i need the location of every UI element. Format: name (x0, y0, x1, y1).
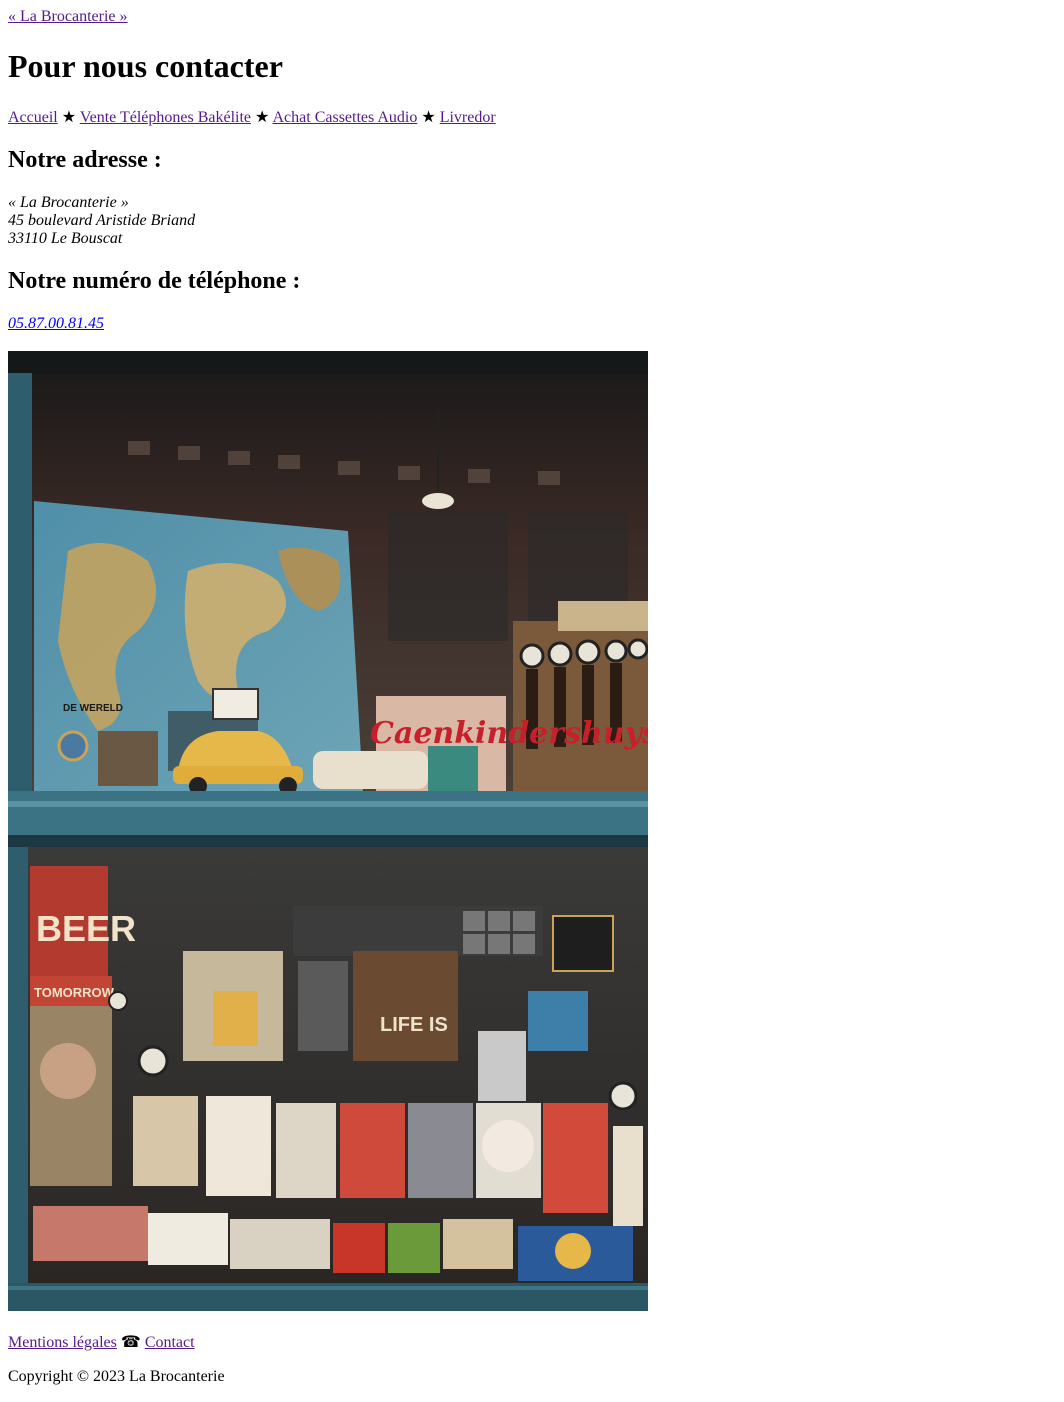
shop-window-photo: DE WERELD Caenkindershuys BEER TOMORROW … (8, 351, 648, 1311)
tomorrow-sign-text: TOMORROW (34, 985, 115, 1000)
address-line-city: 33110 Le Bouscat (8, 230, 123, 247)
star-separator-icon: ★ (421, 109, 436, 126)
nav-link-cassettes-audio[interactable]: Achat Cassettes Audio (272, 109, 417, 126)
life-sign-text: LIFE IS (380, 1014, 448, 1036)
phone-icon: ☎ (120, 1334, 141, 1351)
star-separator-icon: ★ (61, 109, 77, 126)
shop-window-illustration: DE WERELD Caenkindershuys BEER TOMORROW … (8, 351, 648, 1311)
contact-link[interactable]: Contact (145, 1334, 195, 1351)
legal-notice-link[interactable]: Mentions légales (8, 1334, 117, 1351)
main-nav: Accueil ★ Vente Téléphones Bakélite ★ Ac… (8, 109, 496, 127)
postal-address: « La Brocanterie » 45 boulevard Aristide… (8, 194, 195, 248)
address-line-name: « La Brocanterie » (8, 194, 129, 211)
phone-heading: Notre numéro de téléphone : (8, 268, 301, 294)
map-label-text: DE WERELD (63, 703, 123, 714)
star-separator-icon: ★ (255, 109, 270, 126)
nav-link-livredor[interactable]: Livredor (440, 109, 496, 126)
nav-link-telephones-bakelite[interactable]: Vente Téléphones Bakélite (80, 109, 251, 126)
footer-links: Mentions légales ☎ Contact (8, 1334, 195, 1352)
site-home-link[interactable]: « La Brocanterie » (8, 8, 128, 26)
page-title: Pour nous contacter (8, 48, 283, 84)
phone-number-link[interactable]: 05.87.00.81.45 (8, 315, 104, 333)
beer-sign-text: BEER (36, 908, 136, 949)
nav-link-accueil[interactable]: Accueil (8, 109, 58, 126)
copyright-text: Copyright © 2023 La Brocanterie (8, 1368, 225, 1385)
address-line-street: 45 boulevard Aristide Briand (8, 212, 196, 229)
shop-sign-text: Caenkindershuys (370, 716, 648, 751)
address-heading: Notre adresse : (8, 147, 162, 173)
